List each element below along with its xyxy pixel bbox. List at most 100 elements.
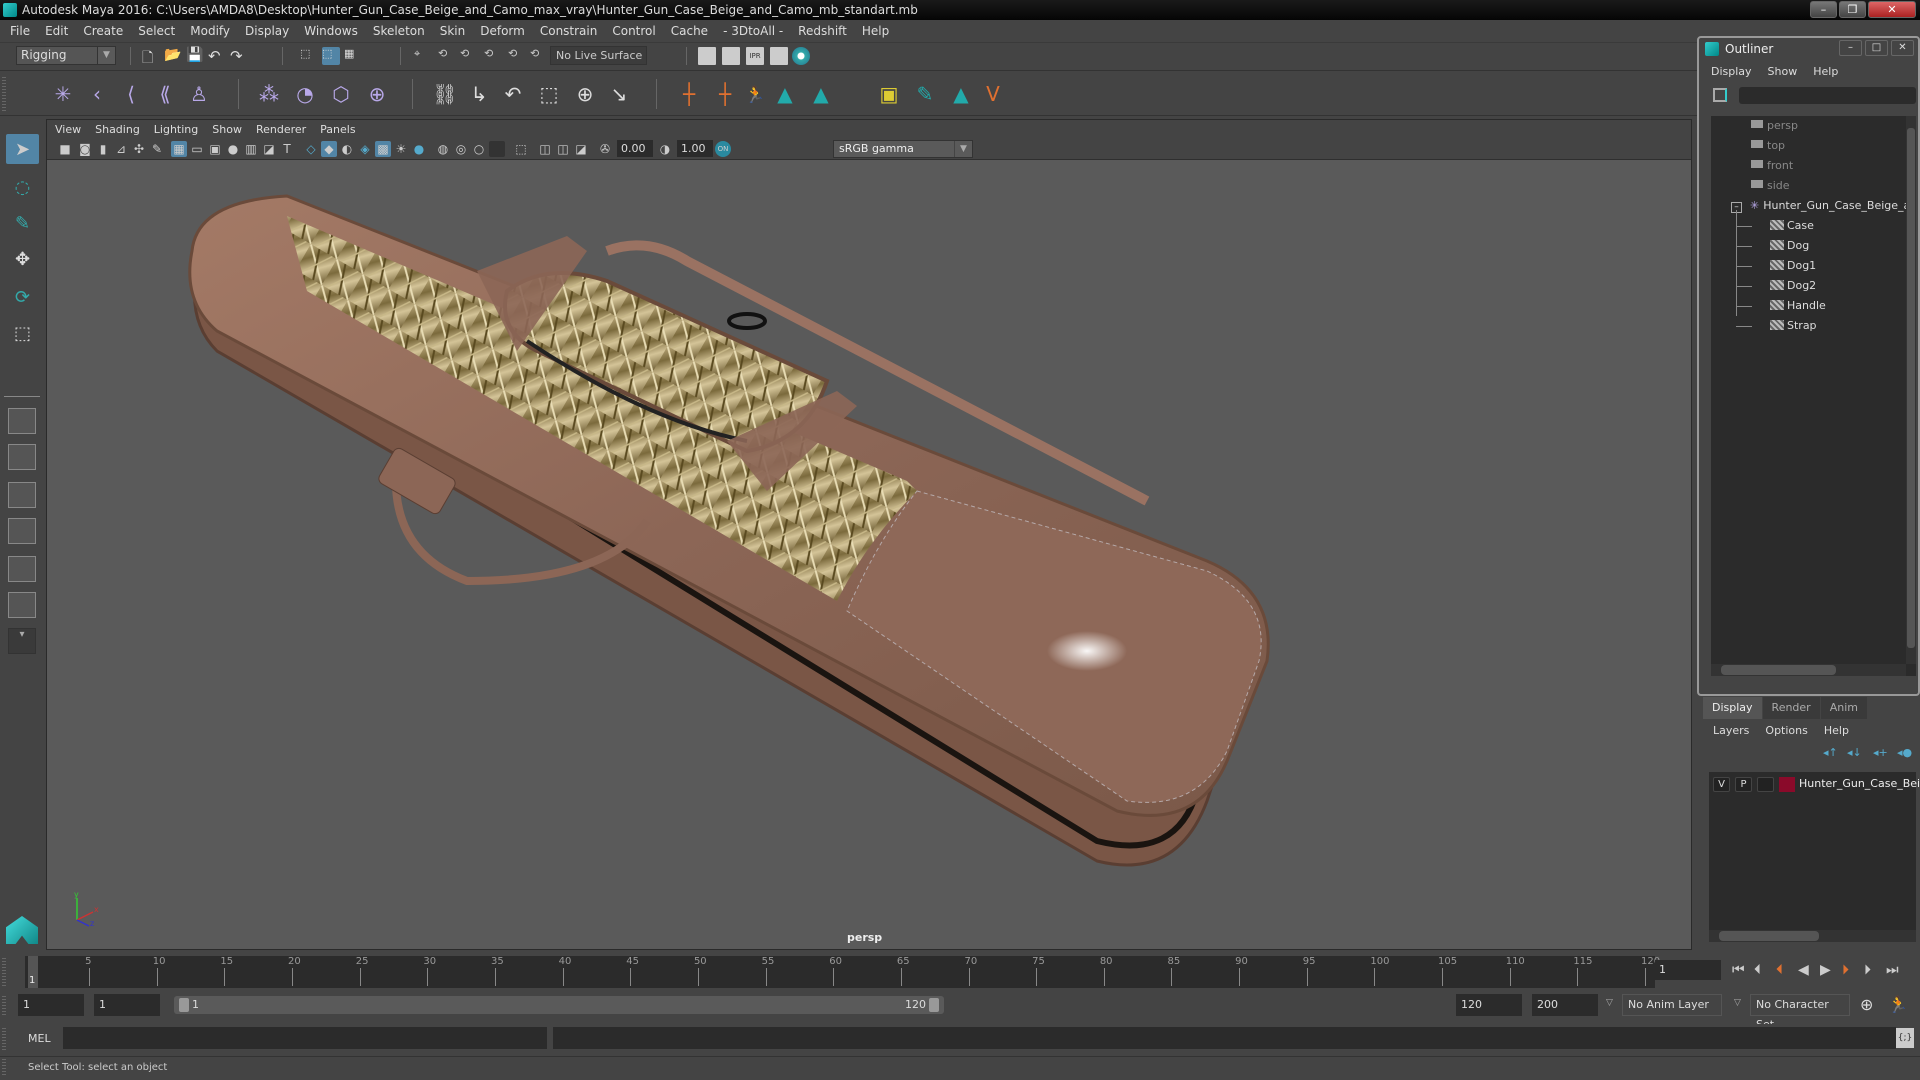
frame-selected-icon[interactable]: ◫ — [555, 141, 571, 157]
exposure-field[interactable]: 0.00 — [617, 140, 653, 157]
ik-spline-icon[interactable]: ⟨ — [118, 81, 144, 107]
wireframe-icon[interactable]: ◇ — [303, 141, 319, 157]
chevron-down-icon[interactable]: ▽ — [1734, 998, 1741, 1008]
vp-menu-shading[interactable]: Shading — [95, 123, 140, 136]
play-backward-button[interactable]: ◀ — [1798, 962, 1809, 978]
current-frame-field[interactable]: 1 — [1655, 960, 1721, 980]
layer-icon[interactable]: ▣ — [876, 81, 902, 107]
outliner-item-dog2[interactable]: Dog2 — [1736, 276, 1816, 296]
outliner-item-dog1[interactable]: Dog1 — [1736, 256, 1816, 276]
xray-joints-icon[interactable]: ◎ — [453, 141, 469, 157]
menu-deform[interactable]: Deform — [480, 24, 525, 38]
menu-select[interactable]: Select — [138, 24, 175, 38]
safe-title-icon[interactable]: T — [279, 141, 295, 157]
select-object-icon[interactable]: ⬚ — [322, 47, 340, 65]
live-surface-field[interactable]: No Live Surface — [550, 46, 647, 65]
muscle2-icon[interactable]: ▲ — [808, 81, 834, 107]
paint-icon[interactable]: ✎ — [912, 81, 938, 107]
joint-tool-icon[interactable]: ✳ — [50, 81, 76, 107]
muscle-icon[interactable]: ▲ — [772, 81, 798, 107]
orient-constraint-icon[interactable]: ↶ — [500, 81, 526, 107]
vp-menu-panels[interactable]: Panels — [320, 123, 355, 136]
animation-start-field[interactable]: 1 — [18, 994, 84, 1016]
tab-anim[interactable]: Anim — [1820, 697, 1867, 719]
color-management-toggle-icon[interactable]: ON — [715, 141, 731, 157]
outliner-close-button[interactable]: ✕ — [1891, 40, 1914, 56]
isolate-select-icon[interactable]: ⬚ — [513, 141, 529, 157]
3d-scene[interactable]: persp y x z — [47, 161, 1691, 950]
step-forward-frame-button[interactable]: ⏵ — [1842, 962, 1849, 978]
layer-visibility-toggle[interactable]: V — [1713, 777, 1730, 792]
aim-constraint-icon[interactable]: ⊕ — [572, 81, 598, 107]
tab-display[interactable]: Display — [1703, 697, 1762, 719]
outliner-item-handle[interactable]: Handle — [1736, 296, 1826, 316]
four-pane-layout-icon[interactable] — [8, 444, 36, 470]
scale-constraint-icon[interactable]: ⬚ — [536, 81, 562, 107]
menu-redshift[interactable]: Redshift — [798, 24, 847, 38]
color-space-dropdown[interactable]: sRGB gamma ▼ — [833, 140, 973, 158]
go-to-start-button[interactable]: ⏮ — [1732, 962, 1745, 978]
outliner-menu-display[interactable]: Display — [1711, 65, 1752, 78]
snap-surface-icon[interactable]: ⟲ — [508, 47, 526, 65]
hypershade-persp-layout-icon[interactable] — [8, 556, 36, 582]
range-start-handle[interactable] — [179, 998, 189, 1012]
backface-culling-icon[interactable] — [489, 141, 505, 157]
outliner-item-front[interactable]: front — [1751, 156, 1793, 176]
muscle3-icon[interactable]: ▲ — [948, 81, 974, 107]
image-plane-icon[interactable]: ⊿ — [113, 141, 129, 157]
2d-pan-zoom-icon[interactable]: ✣ — [131, 141, 147, 157]
menu-skin[interactable]: Skin — [440, 24, 466, 38]
command-input[interactable] — [63, 1027, 547, 1049]
xray-active-icon[interactable]: ○ — [471, 141, 487, 157]
exposure-icon[interactable]: ✇ — [597, 141, 613, 157]
render-settings-icon[interactable] — [770, 47, 788, 65]
gamma-icon[interactable]: ◑ — [657, 141, 673, 157]
camera-attributes-icon[interactable]: ◙ — [77, 141, 93, 157]
v-icon[interactable]: V — [980, 81, 1006, 107]
frame-all-icon[interactable]: ◫ — [537, 141, 553, 157]
filter-icon[interactable] — [1713, 88, 1727, 102]
lattice-icon[interactable]: ⬡ — [328, 81, 354, 107]
skin-bind-icon[interactable]: ⁂ — [256, 81, 282, 107]
snap-grid-icon[interactable]: ⌖ — [414, 47, 432, 65]
script-editor-icon[interactable]: {;} — [1896, 1028, 1914, 1048]
save-scene-icon[interactable]: 💾 — [186, 47, 204, 65]
play-forward-button[interactable]: ▶ — [1820, 962, 1831, 978]
smooth-shade-icon[interactable]: ◆ — [321, 141, 337, 157]
menu-file[interactable]: File — [10, 24, 30, 38]
menu-help[interactable]: Help — [862, 24, 889, 38]
menu-cache[interactable]: Cache — [671, 24, 708, 38]
snap-point-icon[interactable]: ⟲ — [460, 47, 478, 65]
grid-icon[interactable]: ▦ — [171, 141, 187, 157]
undo-icon[interactable]: ↶ — [208, 47, 226, 65]
step-back-frame-button[interactable]: ⏴ — [1776, 962, 1783, 978]
new-scene-icon[interactable]: 🗋 — [142, 47, 160, 66]
bookmark-icon[interactable]: ▮ — [95, 141, 111, 157]
move-layer-up-icon[interactable]: ◂↑ — [1823, 746, 1838, 759]
menu-create[interactable]: Create — [83, 24, 123, 38]
hypershade-icon[interactable] — [792, 47, 810, 65]
vp-menu-view[interactable]: View — [55, 123, 81, 136]
menu-edit[interactable]: Edit — [45, 24, 68, 38]
auto-key-icon[interactable]: ⊕ — [1860, 995, 1873, 1014]
layer-menu-help[interactable]: Help — [1824, 724, 1849, 737]
go-to-end-button[interactable]: ⏭ — [1886, 962, 1899, 978]
layer-playback-toggle[interactable]: P — [1735, 777, 1752, 792]
humanik-icon[interactable]: ♙ — [186, 81, 212, 107]
use-all-lights-icon[interactable]: ▩ — [375, 141, 391, 157]
field-chart-icon[interactable]: ▥ — [243, 141, 259, 157]
menu-constrain[interactable]: Constrain — [540, 24, 598, 38]
resolution-gate-icon[interactable]: ▣ — [207, 141, 223, 157]
layer-horizontal-scrollbar[interactable] — [1709, 930, 1916, 942]
camera-select-icon[interactable]: ■ — [57, 141, 73, 157]
character-set-dropdown[interactable]: No Character Set — [1750, 994, 1850, 1031]
render-frame-icon[interactable] — [722, 47, 740, 65]
more-layouts-button[interactable]: ▾ — [8, 628, 36, 654]
snap-live-icon[interactable]: ⟲ — [530, 47, 548, 65]
scale-tool-icon[interactable]: ⬚ — [6, 318, 39, 348]
select-tool-icon[interactable]: ➤ — [6, 134, 39, 164]
locator-icon[interactable]: ┼ — [676, 81, 702, 107]
step-forward-key-button[interactable]: ⏵ — [1864, 962, 1871, 978]
outliner-item-group[interactable]: – ✳ Hunter_Gun_Case_Beige_a — [1731, 196, 1910, 216]
point-constraint-icon[interactable]: ↳ — [466, 81, 492, 107]
